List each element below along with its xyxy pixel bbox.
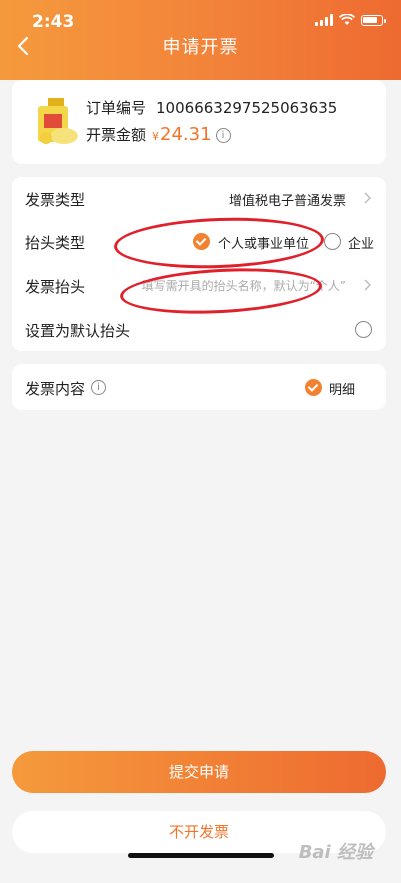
invoice-amount: ¥24.31 (152, 124, 212, 145)
page-title: 申请开票 (162, 37, 239, 58)
invoice-type-value: 增值税电子普通发票 (228, 194, 346, 209)
option-detail-label[interactable]: 明细 (329, 379, 355, 398)
default-title-label: 设置为默认抬头 (25, 322, 131, 340)
info-icon[interactable]: i (215, 128, 231, 143)
battery-icon (361, 14, 386, 26)
invoice-amount-line: 开票金额 ¥24.31 i (86, 124, 231, 145)
header-type-label: 抬头类型 (25, 234, 86, 252)
order-number: 1006663297525063635 (156, 99, 338, 117)
signal-icon (315, 14, 333, 26)
radio-detail-selected[interactable] (305, 379, 322, 396)
invoice-type-row[interactable]: 发票类型 增值税电子普通发票 (12, 177, 386, 220)
info-icon[interactable]: i (91, 380, 106, 395)
option-enterprise-label[interactable]: 企业 (348, 233, 374, 252)
order-number-label: 订单编号 (86, 99, 147, 117)
submit-button[interactable]: 提交申请 (12, 751, 386, 793)
order-card: 订单编号 1006663297525063635 开票金额 ¥24.31 i (12, 80, 386, 164)
header-type-row: 抬头类型 个人或事业单位 企业 (12, 220, 386, 263)
home-indicator (128, 853, 274, 858)
invoice-amount-label: 开票金额 (86, 126, 147, 144)
option-personal-label[interactable]: 个人或事业单位 (218, 233, 309, 252)
wifi-icon (339, 14, 355, 25)
default-title-row: 设置为默认抬头 (12, 308, 386, 351)
invoice-type-label: 发票类型 (25, 191, 86, 209)
chevron-right-icon (364, 279, 371, 291)
status-icons (315, 14, 386, 26)
default-title-toggle[interactable] (355, 321, 372, 338)
product-thumbnail[interactable] (26, 92, 86, 152)
watermark-logo: Bai 经验 (298, 842, 373, 863)
invoice-title-row[interactable]: 发票抬头 填写需开具的抬头名称，默认为“个人” (12, 264, 386, 307)
invoice-title-label: 发票抬头 (25, 278, 86, 296)
currency-symbol: ¥ (152, 130, 160, 143)
invoice-content-card: 发票内容 i 明细 (12, 364, 386, 410)
status-time: 2:43 (32, 12, 75, 32)
radio-enterprise[interactable] (324, 233, 341, 250)
app-header: 2:43 申请开票 (0, 0, 401, 80)
radio-personal-selected[interactable] (193, 233, 210, 250)
chevron-right-icon (364, 192, 371, 204)
invoice-title-input[interactable]: 填写需开具的抬头名称，默认为“个人” (142, 277, 346, 294)
invoice-content-label: 发票内容 (25, 380, 86, 398)
order-number-line: 订单编号 1006663297525063635 (86, 97, 337, 118)
invoice-form-card: 发票类型 增值税电子普通发票 抬头类型 个人或事业单位 企业 发票抬头 填写需开… (12, 177, 386, 351)
amount-value: 24.31 (160, 124, 212, 145)
